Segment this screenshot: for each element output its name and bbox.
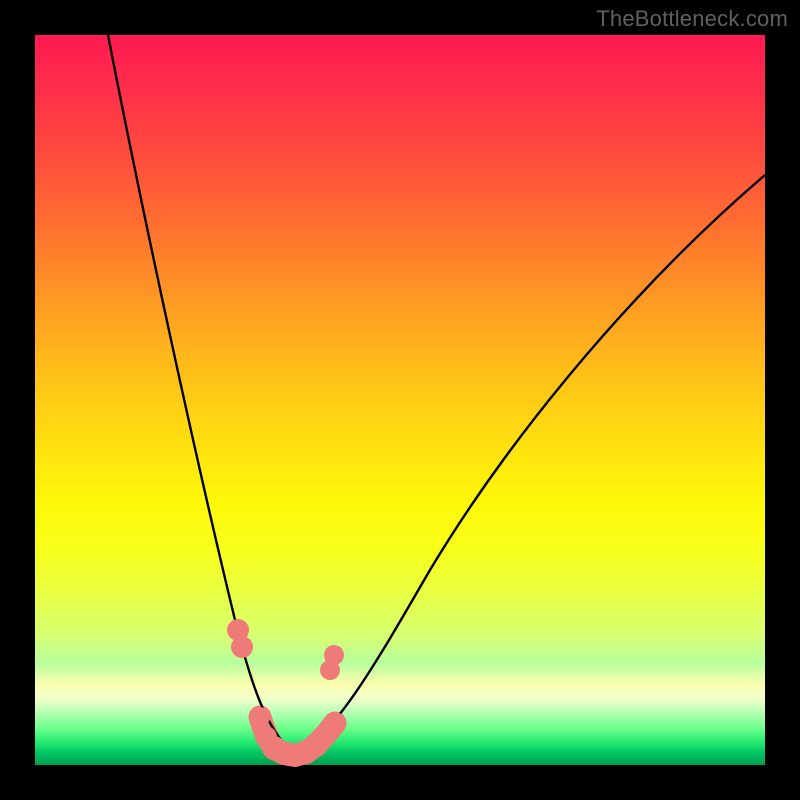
curve-left (108, 35, 296, 754)
watermark-text: TheBottleneck.com (596, 6, 788, 32)
markers-group (227, 619, 346, 767)
plot-area (35, 35, 765, 765)
chart-frame: TheBottleneck.com (0, 0, 800, 800)
curve-right (296, 175, 765, 754)
marker-dot (250, 707, 270, 727)
marker-dot (231, 636, 253, 658)
marker-dot (324, 645, 344, 665)
marker-dot (324, 712, 346, 734)
chart-svg (35, 35, 765, 765)
